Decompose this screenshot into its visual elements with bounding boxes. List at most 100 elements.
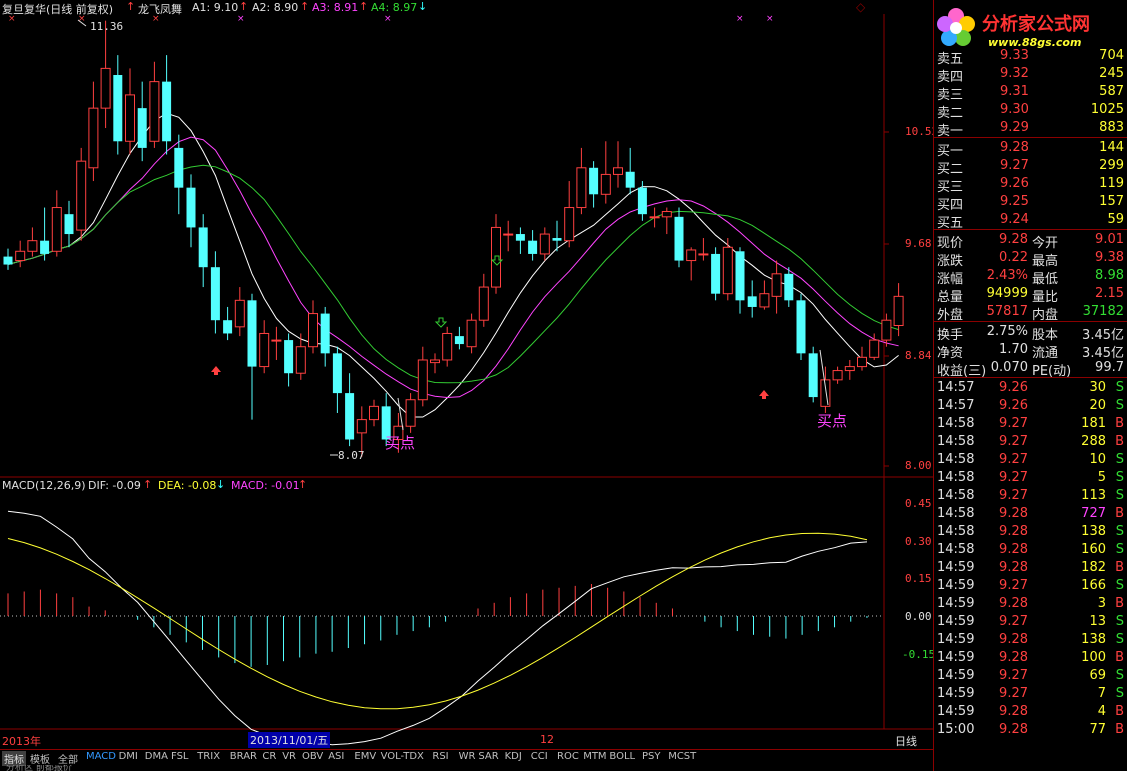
tick-row: 14:59 9.27 166 S [934, 578, 1127, 596]
dea-down-arrow-icon: ↓ [216, 478, 226, 491]
tick-side: S [1115, 470, 1124, 485]
tab-obv[interactable]: OBV [302, 751, 323, 762]
tab-emv[interactable]: EMV [354, 751, 376, 762]
tab-rsi[interactable]: RSI [432, 751, 448, 762]
buy-arrow-icon [211, 366, 221, 375]
bid-price: 9.24 [1000, 212, 1029, 227]
tab-dma[interactable]: DMA [145, 751, 168, 762]
tab-cci[interactable]: CCI [531, 751, 548, 762]
diamond-icon[interactable]: ◇ [856, 0, 865, 14]
tab-cr[interactable]: CR [262, 751, 276, 762]
tick-volume: 160 [1081, 542, 1106, 557]
tab-fsl[interactable]: FSL [171, 751, 189, 762]
fundamental-label: 流通 [1032, 346, 1059, 361]
candle-body-up [356, 419, 367, 434]
fundamental-label: 净资 [937, 346, 964, 361]
quote-stat-row: 总量 94999 量比 2.15 [934, 286, 1127, 305]
tick-price: 9.27 [999, 686, 1028, 701]
tick-row: 15:00 9.28 77 B [934, 722, 1127, 740]
tab-wr[interactable]: WR [459, 751, 476, 762]
dea-label: DEA: -0.08 [158, 479, 217, 492]
period-selector[interactable]: 日线 [895, 733, 917, 749]
order-book-ask-row: 卖五 9.33 704 [934, 48, 1127, 67]
candle-body-down [64, 214, 74, 235]
tab-dmi[interactable]: DMI [119, 751, 138, 762]
candle-body-down [3, 256, 13, 265]
tab-sar[interactable]: SAR [478, 751, 498, 762]
tab-boll[interactable]: BOLL [609, 751, 635, 762]
tick-side: B [1115, 596, 1124, 611]
tab-kdj[interactable]: KDJ [505, 751, 522, 762]
tick-volume: 5 [1097, 470, 1106, 485]
candle-body-down [210, 267, 220, 321]
tick-side: S [1115, 542, 1124, 557]
candle-body-down [174, 147, 184, 188]
fundamental-row: 收益(三) 0.070 PE(动) 99.7 [934, 360, 1127, 379]
chart-area[interactable]: × × × × × × × 复旦复华(日线 前复权) ↑ 龙飞凤舞 A1: 9.10 ↑ A… [0, 0, 938, 771]
tick-volume: 727 [1081, 506, 1106, 521]
tab-mcst[interactable]: MCST [668, 751, 696, 762]
logo-title: 分析家公式网 [982, 14, 1090, 35]
tab--[interactable]: 指标 [2, 751, 26, 766]
tick-side: S [1115, 686, 1124, 701]
divider [934, 321, 1127, 322]
tick-side: S [1115, 488, 1124, 503]
tick-price: 9.27 [999, 614, 1028, 629]
tick-price: 9.27 [999, 434, 1028, 449]
quote-stat-value: 9.28 [999, 232, 1028, 247]
quote-stat-row: 涨跌 0.22 最高 9.38 [934, 250, 1127, 269]
fundamental-label: 股本 [1032, 328, 1059, 343]
tick-price: 9.27 [999, 488, 1028, 503]
stock-name: 复旦复华(日线 前复权) [2, 3, 114, 16]
buy-point-label: 买点 [385, 434, 416, 452]
candle-body-up [893, 295, 904, 327]
a2-up-arrow-icon: ↑ [300, 0, 310, 13]
kline-chart[interactable]: × × × × × × × [0, 0, 933, 749]
tick-side: B [1115, 416, 1124, 431]
candle-body-down [162, 81, 172, 142]
tick-price: 9.27 [999, 578, 1028, 593]
ask-price: 9.30 [1000, 102, 1029, 117]
fundamental-label: 换手 [937, 328, 964, 343]
tab-vol-tdx[interactable]: VOL-TDX [381, 751, 424, 762]
tab--[interactable]: 模板 [30, 751, 50, 766]
tick-row: 14:59 9.27 7 S [934, 686, 1127, 704]
tab-roc[interactable]: ROC [557, 751, 579, 762]
order-book-bid-row: 买三 9.26 119 [934, 176, 1127, 195]
tick-side: S [1115, 452, 1124, 467]
candle-body-up [430, 359, 440, 364]
tab-trix[interactable]: TRIX [197, 751, 220, 762]
candle-body-up [771, 273, 782, 297]
bid-price: 9.26 [1000, 176, 1029, 191]
bid-level-label: 买二 [937, 162, 964, 177]
bid-volume: 157 [1099, 194, 1124, 209]
macd-up-arrow-icon: ↑ [298, 478, 308, 491]
a1-label: A1: 9.10 [192, 1, 239, 14]
tab-vr[interactable]: VR [282, 751, 296, 762]
tick-volume: 13 [1089, 614, 1106, 629]
tab-mtm[interactable]: MTM [583, 751, 606, 762]
candle-body-down [113, 75, 123, 142]
price-axis-label: 8.00 [905, 459, 932, 472]
tab-asi[interactable]: ASI [328, 751, 344, 762]
tick-time: 14:57 [937, 398, 975, 413]
ask-price: 9.32 [1000, 66, 1029, 81]
tick-side: B [1115, 704, 1124, 719]
tab-brar[interactable]: BRAR [230, 751, 257, 762]
tick-time: 14:58 [937, 524, 975, 539]
tab-psy[interactable]: PSY [642, 751, 661, 762]
signal-marker: × [237, 14, 245, 24]
quote-stat-label: 总量 [937, 290, 964, 305]
fundamental-value: 1.70 [999, 342, 1028, 357]
tab-macd[interactable]: MACD [86, 751, 116, 762]
tick-row: 14:57 9.26 30 S [934, 380, 1127, 398]
ask-price: 9.29 [1000, 120, 1029, 135]
order-book-ask-row: 卖四 9.32 245 [934, 66, 1127, 85]
candle-body-down [454, 336, 464, 345]
tick-side: S [1115, 524, 1124, 539]
tick-row: 14:59 9.28 4 B [934, 704, 1127, 722]
ma-line-magenta [7, 136, 899, 399]
candle-body-down [796, 300, 806, 354]
tab--[interactable]: 全部 [58, 751, 78, 766]
candle-body-up [149, 81, 160, 142]
